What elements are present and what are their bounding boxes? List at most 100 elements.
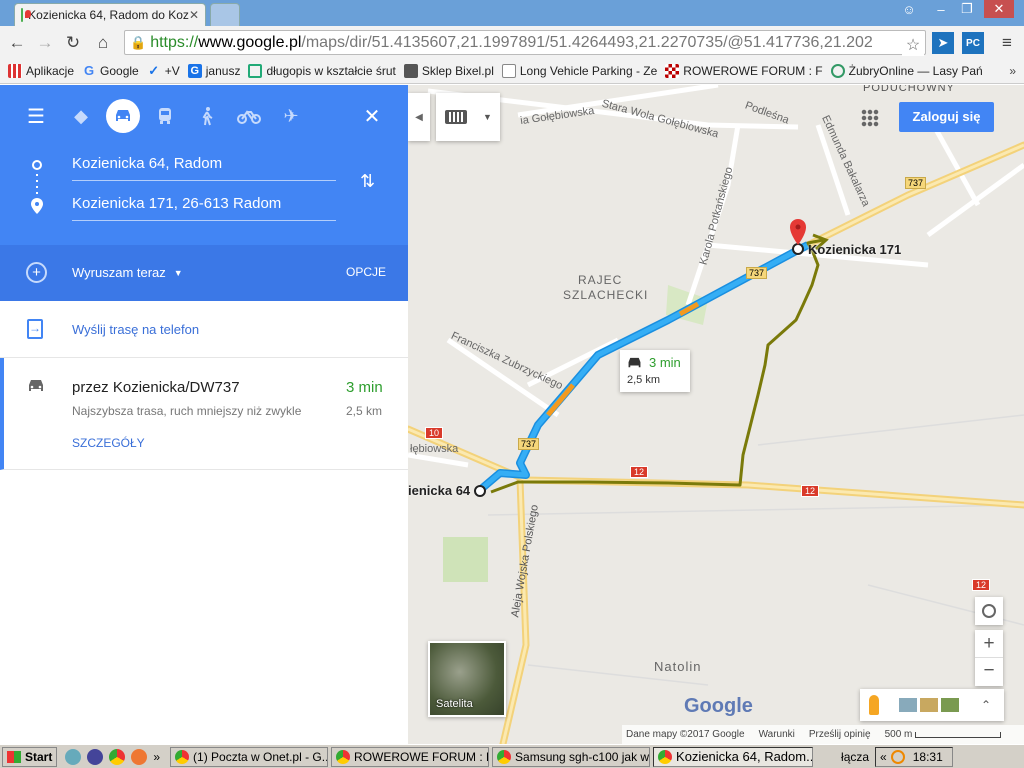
flight-mode-icon[interactable]: ✈ [274,99,308,133]
departure-options-bar: + Wyruszam teraz ▼ OPCJE [0,245,408,301]
bookmark-item[interactable]: Gjanusz [187,64,240,78]
swap-waypoints-icon[interactable]: ⇅ [360,171,375,192]
close-window-icon[interactable]: ✕ [984,0,1014,18]
home-icon[interactable]: ⌂ [92,32,114,54]
directions-panel: ☰ ◆ ✈ ✕ Kozienicka 64, Radom Kozienicka … [0,85,408,744]
quicklaunch-firefox-icon[interactable] [131,748,148,765]
tray-app-icon[interactable] [890,749,905,764]
route-distance: 2,5 km [346,404,383,418]
options-button[interactable]: OPCJE [346,265,386,279]
scale-label[interactable]: 500 m [885,729,913,740]
my-location-button[interactable] [975,597,1003,625]
pegman-icon[interactable] [869,695,879,715]
chrome-icon [497,749,512,764]
restore-icon[interactable]: ❐ [954,0,980,18]
close-directions-icon[interactable]: ✕ [355,99,389,133]
links-toolbar-label[interactable]: łącza [841,750,869,764]
quicklaunch-chrome-icon[interactable] [109,748,126,765]
walking-mode-icon[interactable] [190,99,224,133]
route-time-bubble[interactable]: 3 min 2,5 km [620,350,690,392]
extension-pc-icon[interactable]: PC [962,32,984,54]
address-bar[interactable]: 🔒 https://www.google.pl/maps/dir/51.4135… [124,30,926,55]
depart-time-dropdown[interactable]: Wyruszam teraz ▼ [72,265,183,280]
layer-thumb-icon[interactable] [941,698,959,712]
reload-icon[interactable]: ↻ [62,32,84,54]
task-label: Kozienicka 64, Radom... [676,749,814,764]
destination-label: Kozienicka 171 [808,242,902,257]
task-label: (1) Poczta w Onet.pl - G... [193,749,329,764]
system-tray: « 18:31 [875,746,954,767]
bookmark-item[interactable]: ŻubryOnline — Lasy Pań [830,64,983,78]
collapse-panel-button[interactable]: ◀ [408,93,430,141]
tab-active[interactable]: Kozienicka 64, Radom do Koz ✕ [14,3,206,26]
road-shield-10: 10 [425,427,444,439]
taskbar-item[interactable]: ROWEROWE FORUM : F... [331,746,490,767]
url-scheme: https:// [150,33,199,51]
bookmark-item[interactable]: G Google [82,63,139,79]
quicklaunch-media-icon[interactable] [87,748,104,765]
bicycle-mode-icon[interactable] [232,99,266,133]
bookmark-item[interactable]: ✓ +V [147,64,179,79]
origin-label: ienicka 64 [408,483,471,498]
map-canvas[interactable]: PODUCHOWNY ia Gołębiowska Stara Wola Goł… [408,85,1024,744]
map-label: SZLACHECKI [563,288,649,302]
new-tab-button[interactable] [210,3,240,26]
road-shield-12: 12 [630,466,649,478]
bookmark-item[interactable]: Long Vehicle Parking - Ze [501,64,658,78]
send-to-phone-link[interactable]: Wyślij trasę na telefon [72,322,199,337]
apps-grid-icon[interactable] [861,109,879,127]
minimize-icon[interactable]: – [928,0,954,18]
car-mode-icon[interactable] [106,99,140,133]
add-circle-icon[interactable]: + [26,262,47,283]
send-to-phone-icon: → [27,319,43,339]
destination-input[interactable]: Kozienicka 171, 26-613 Radom [72,195,336,221]
taskbar-item-active[interactable]: Kozienicka 64, Radom... [653,746,814,767]
terms-link[interactable]: Warunki [759,729,795,740]
menu-icon[interactable]: ≡ [996,32,1018,54]
map-label: łębiowska [410,443,459,455]
map-data-credit: Dane mapy ©2017 Google [626,729,745,740]
bookmark-star-icon[interactable]: ☆ [902,34,924,56]
bookmark-item[interactable]: ROWEROWE FORUM : F [665,64,823,78]
feedback-link[interactable]: Prześlij opinię [809,729,871,740]
google-g-icon: G [83,63,95,78]
bookmark-label: Long Vehicle Parking - Ze [519,64,658,78]
zoom-control: + − [975,630,1003,686]
satellite-toggle[interactable]: Satelita [428,641,506,717]
layer-thumb-icon[interactable] [899,698,917,712]
google-logo: Google [684,695,753,717]
tray-expand-icon[interactable]: « [880,750,887,764]
expand-up-icon[interactable]: ⌃ [981,698,991,712]
taskbar-item[interactable]: (1) Poczta w Onet.pl - G... [170,746,329,767]
back-icon[interactable]: ← [6,32,28,54]
details-link[interactable]: SZCZEGÓŁY [72,436,145,450]
clock[interactable]: 18:31 [913,750,943,764]
extension-arrow-icon[interactable]: ➤ [932,32,954,54]
bookmark-label: ŻubryOnline — Lasy Pań [848,64,983,78]
layer-thumb-icon[interactable] [920,698,938,712]
quicklaunch-ie-icon[interactable] [65,748,82,765]
best-route-icon[interactable]: ◆ [64,99,98,133]
road-shield-737: 737 [518,438,540,450]
bookmark-item[interactable]: Sklep Bixel.pl [403,64,494,78]
zoom-out-button[interactable]: − [975,658,1003,686]
tab-close-icon[interactable]: ✕ [189,8,199,22]
forward-icon[interactable]: → [34,32,56,54]
bookmark-item[interactable]: długopis w kształcie śrut [248,64,396,78]
bookmarks-overflow-icon[interactable]: » [1009,64,1016,78]
quicklaunch-overflow-icon[interactable]: » [153,750,160,764]
sign-in-button[interactable]: Zaloguj się [899,102,994,132]
zoom-in-button[interactable]: + [975,630,1003,658]
bookmark-label: Aplikacje [26,64,75,78]
origin-input[interactable]: Kozienicka 64, Radom [72,155,336,181]
user-icon[interactable]: ☺ [896,0,922,18]
route-option[interactable]: przez Kozienicka/DW737 3 min Najszybsza … [0,358,408,470]
start-button[interactable]: Start [2,746,58,767]
taskbar-item[interactable]: Samsung sgh-c100 jak w... [492,746,651,767]
maps-favicon-icon [21,8,31,22]
bookmark-item[interactable]: Aplikacje [8,64,74,78]
send-to-phone-row[interactable]: → Wyślij trasę na telefon [0,301,408,358]
input-tools-button[interactable]: ▼ [436,93,500,141]
hamburger-menu-icon[interactable]: ☰ [19,99,53,133]
transit-mode-icon[interactable] [148,99,182,133]
